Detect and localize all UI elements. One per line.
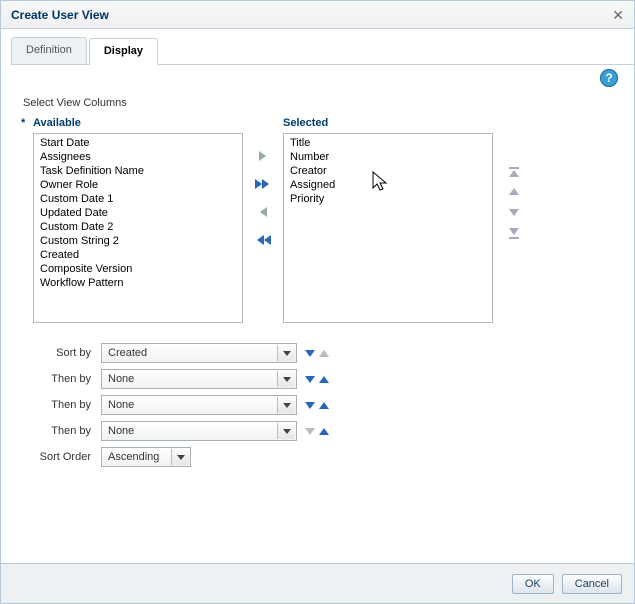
sort-row: Then byNone [27, 421, 614, 441]
tab-bar: Definition Display [11, 37, 634, 65]
sort-order-label: Sort Order [27, 451, 101, 463]
sort-desc-icon[interactable] [305, 402, 315, 409]
move-all-left-icon[interactable] [253, 231, 273, 249]
sort-row: Sort byCreated [27, 343, 614, 363]
tab-definition[interactable]: Definition [11, 37, 87, 64]
column-shuttle: * Available Start DateAssigneesTask Defi… [21, 117, 614, 323]
move-all-right-icon[interactable] [253, 175, 273, 193]
dialog-footer: OK Cancel [1, 563, 634, 603]
list-item[interactable]: Title [288, 136, 488, 150]
available-label: Available [33, 117, 243, 133]
ok-button[interactable]: OK [512, 574, 554, 594]
dialog-title: Create User View [11, 8, 109, 22]
sort-label: Sort by [27, 347, 101, 359]
sort-select[interactable]: None [101, 421, 297, 441]
available-list[interactable]: Start DateAssigneesTask Definition NameO… [33, 133, 243, 323]
sort-label: Then by [27, 373, 101, 385]
sort-label: Then by [27, 399, 101, 411]
list-item[interactable]: Custom String 2 [38, 234, 238, 248]
move-right-icon[interactable] [253, 147, 273, 165]
required-marker: * [21, 117, 33, 129]
sort-order-row: Sort OrderAscending [27, 447, 614, 467]
sort-order-select[interactable]: Ascending [101, 447, 191, 467]
list-item[interactable]: Custom Date 1 [38, 192, 238, 206]
list-item[interactable]: Assigned [288, 178, 488, 192]
list-item[interactable]: Custom Date 2 [38, 220, 238, 234]
list-item[interactable]: Owner Role [38, 178, 238, 192]
move-left-icon[interactable] [253, 203, 273, 221]
list-item[interactable]: Start Date [38, 136, 238, 150]
sort-asc-icon[interactable] [319, 376, 329, 383]
list-item[interactable]: Created [38, 248, 238, 262]
selected-list[interactable]: TitleNumberCreatorAssignedPriority [283, 133, 493, 323]
sort-select[interactable]: None [101, 395, 297, 415]
sort-asc-icon[interactable] [319, 350, 329, 357]
list-item[interactable]: Updated Date [38, 206, 238, 220]
list-item[interactable]: Priority [288, 192, 488, 206]
create-user-view-dialog: Create User View ✕ Definition Display ? … [0, 0, 635, 604]
list-item[interactable]: Workflow Pattern [38, 276, 238, 290]
move-up-icon[interactable] [507, 187, 523, 201]
sort-select[interactable]: Created [101, 343, 297, 363]
sort-select[interactable]: None [101, 369, 297, 389]
list-item[interactable]: Composite Version [38, 262, 238, 276]
sort-desc-icon[interactable] [305, 350, 315, 357]
list-item[interactable]: Number [288, 150, 488, 164]
sort-row: Then byNone [27, 369, 614, 389]
section-label: Select View Columns [23, 97, 614, 109]
sort-desc-icon[interactable] [305, 376, 315, 383]
tab-display[interactable]: Display [89, 38, 158, 65]
cancel-button[interactable]: Cancel [562, 574, 622, 594]
list-item[interactable]: Assignees [38, 150, 238, 164]
list-item[interactable]: Task Definition Name [38, 164, 238, 178]
sort-asc-icon[interactable] [319, 402, 329, 409]
sort-row: Then byNone [27, 395, 614, 415]
dialog-titlebar: Create User View ✕ [1, 1, 634, 29]
reorder-buttons [507, 167, 523, 241]
sort-label: Then by [27, 425, 101, 437]
shuttle-buttons [253, 147, 273, 249]
move-bottom-icon[interactable] [507, 227, 523, 241]
move-top-icon[interactable] [507, 167, 523, 181]
move-down-icon[interactable] [507, 207, 523, 221]
close-icon[interactable]: ✕ [612, 8, 624, 22]
sort-desc-icon[interactable] [305, 428, 315, 435]
help-icon[interactable]: ? [600, 69, 618, 87]
list-item[interactable]: Creator [288, 164, 488, 178]
selected-label: Selected [283, 117, 493, 133]
sort-asc-icon[interactable] [319, 428, 329, 435]
sort-section: Sort byCreatedThen byNoneThen byNoneThen… [27, 343, 614, 467]
